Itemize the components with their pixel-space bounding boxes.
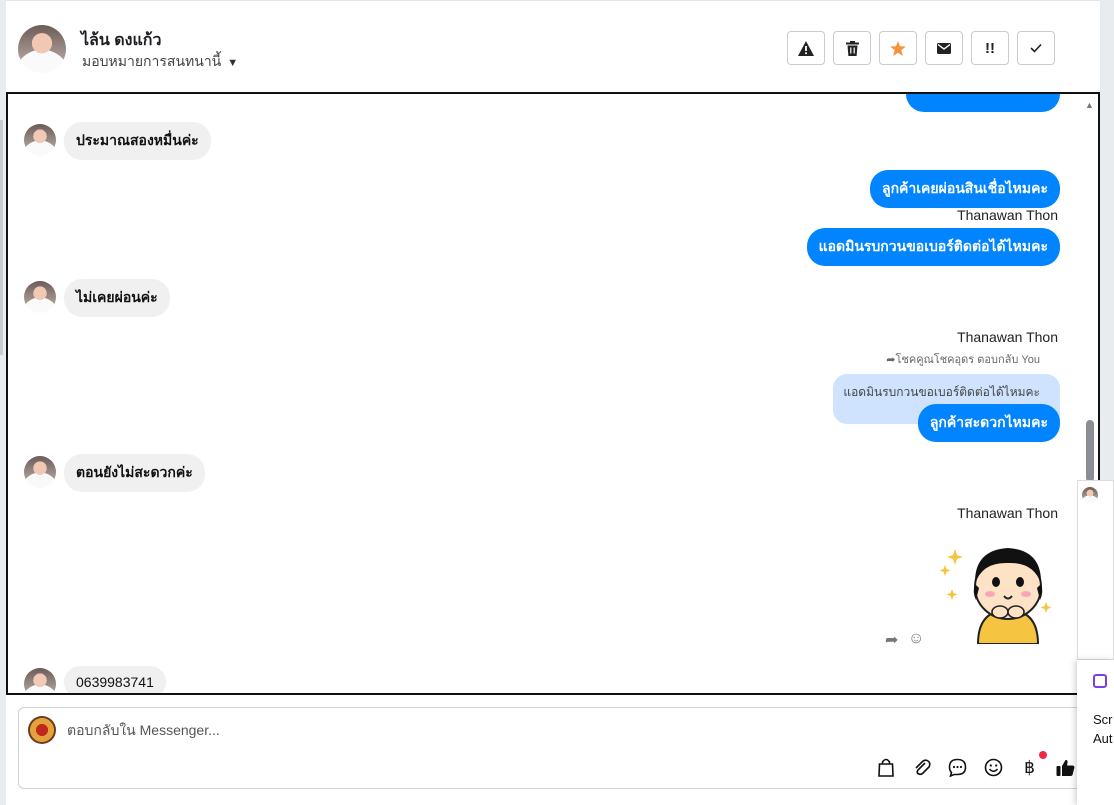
reply-indicator: ➦โชคคูณโชคอุดร ตอบกลับ You: [886, 350, 1040, 368]
contact-avatar[interactable]: [18, 25, 66, 73]
message-incoming[interactable]: ประมาณสองหมื่นค่ะ: [64, 122, 211, 160]
assign-conversation-dropdown[interactable]: มอบหมายการสนทนานี้ ▼: [82, 51, 238, 73]
notification-popup[interactable]: Scr Aut: [1077, 660, 1114, 805]
sender-name: Thanawan Thon: [957, 505, 1058, 521]
inbox-conversation: ไล้น ดงแก้ว มอบหมายการสนทนานี้ ▼ !! ประม…: [6, 0, 1100, 805]
star-icon: [890, 40, 906, 56]
message-outgoing-partial[interactable]: [906, 94, 1060, 112]
message-outgoing[interactable]: ลูกค้าเคยผ่อนสินเชื่อไหมคะ: [869, 170, 1060, 208]
spam-button[interactable]: [787, 31, 825, 65]
contact-avatar-small: [24, 124, 56, 156]
contact-avatar-small: [24, 668, 56, 693]
left-panel-edge: [0, 120, 3, 355]
app-icon: [1093, 674, 1107, 688]
thumbnail-avatar: [1082, 487, 1098, 503]
follow-up-button[interactable]: !!: [971, 31, 1009, 65]
warning-icon: [798, 40, 814, 56]
chat-bubble-icon[interactable]: [946, 756, 969, 779]
contact-avatar-small: [24, 456, 56, 488]
message-thread[interactable]: ประมาณสองหมื่นค่ะ ลูกค้าเคยผ่อนสินเชื่อไ…: [6, 92, 1100, 695]
page-avatar: [28, 716, 56, 744]
check-icon: [1030, 43, 1042, 53]
mark-done-button[interactable]: [1017, 31, 1055, 65]
star-button[interactable]: [879, 31, 917, 65]
message-incoming[interactable]: ตอนยังไม่สะดวกค่ะ: [64, 454, 205, 492]
reply-icon[interactable]: ➦: [885, 630, 898, 650]
composer-toolbar: ฿: [874, 751, 1077, 779]
scroll-up-arrow-icon[interactable]: ▲: [1085, 100, 1094, 110]
contact-avatar-small: [24, 281, 56, 313]
follow-up-icon: !!: [985, 39, 995, 57]
message-incoming[interactable]: ไม่เคยผ่อนค่ะ: [64, 279, 170, 317]
sender-name: Thanawan Thon: [957, 329, 1058, 345]
reply-note-text: โชคคูณโชคอุดร ตอบกลับ You: [895, 354, 1040, 366]
mark-unread-button[interactable]: [925, 31, 963, 65]
message-outgoing[interactable]: ลูกค้าสะดวกไหมคะ: [917, 404, 1060, 442]
message-incoming[interactable]: 0639983741: [64, 666, 166, 693]
thumbs-up-icon[interactable]: [1054, 756, 1077, 779]
contact-name[interactable]: ไล้น ดงแก้ว: [81, 28, 161, 53]
react-emoji-icon[interactable]: ☺: [908, 630, 924, 648]
message-composer: ฿: [18, 707, 1100, 789]
reply-input[interactable]: [67, 722, 767, 738]
baht-icon[interactable]: ฿: [1018, 751, 1047, 779]
envelope-icon: [937, 42, 951, 54]
assign-label: มอบหมายการสนทนานี้: [82, 53, 222, 69]
attachment-icon[interactable]: [910, 756, 933, 779]
bag-icon[interactable]: [874, 756, 897, 779]
delete-button[interactable]: [833, 31, 871, 65]
trash-icon: [845, 40, 859, 56]
emoji-icon[interactable]: [982, 756, 1005, 779]
conversation-toolbar: !!: [787, 31, 1055, 65]
conversation-header: ไล้น ดงแก้ว มอบหมายการสนทนานี้ ▼ !!: [6, 0, 1100, 93]
sender-name: Thanawan Thon: [957, 207, 1058, 223]
scrollbar-thumb[interactable]: [1086, 420, 1094, 482]
message-outgoing[interactable]: แอดมินรบกวนขอเบอร์ติดต่อได้ไหมคะ: [806, 228, 1060, 266]
popup-thumbnail[interactable]: [1077, 480, 1114, 660]
popup-subtitle: Aut: [1093, 731, 1113, 746]
popup-title: Scr: [1093, 712, 1113, 727]
reply-arrow-icon: ➦: [886, 354, 896, 366]
caret-down-icon: ▼: [227, 57, 239, 69]
sticker-image[interactable]: [938, 532, 1058, 644]
notification-dot: [1039, 751, 1047, 759]
